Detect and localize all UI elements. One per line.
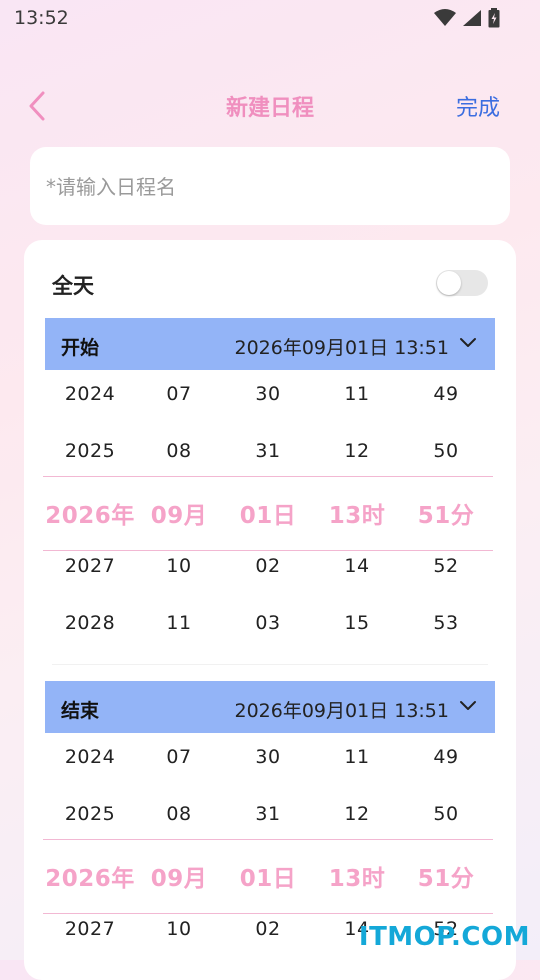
start-value: 2026年09月01日 13:51 (234, 337, 449, 359)
selection-line (43, 913, 493, 914)
picker-year-cell[interactable]: 2027 (45, 555, 135, 577)
picker-minute-cell[interactable]: 50 (401, 803, 491, 825)
picker-day-cell[interactable]: 30 (223, 383, 313, 405)
picker-row[interactable]: 2024 07 30 11 49 (45, 746, 495, 776)
end-label: 结束 (61, 700, 100, 722)
picker-month-cell[interactable]: 10 (134, 555, 224, 577)
picker-hour-cell[interactable]: 12 (312, 803, 402, 825)
picker-hour-cell[interactable]: 13时 (312, 496, 402, 530)
picker-year-cell[interactable]: 2024 (45, 383, 135, 405)
picker-year-cell[interactable]: 2024 (45, 746, 135, 768)
picker-hour-cell[interactable]: 11 (312, 383, 402, 405)
nav-bar: 新建日程 完成 (0, 84, 540, 126)
toggle-knob (437, 271, 461, 295)
picker-day-cell[interactable]: 31 (223, 440, 313, 462)
selection-line (43, 839, 493, 840)
time-settings-card: 全天 开始 2026年09月01日 13:51 2024 07 30 11 49 2025… (24, 240, 516, 980)
schedule-name-field[interactable] (30, 147, 510, 227)
divider (52, 664, 488, 665)
all-day-label: 全天 (52, 274, 94, 298)
picker-row[interactable]: 2028 11 03 15 53 (45, 612, 495, 642)
watermark: ITMOP.COM (358, 922, 530, 952)
picker-hour-cell[interactable]: 11 (312, 746, 402, 768)
picker-minute-cell[interactable]: 49 (401, 383, 491, 405)
selection-line (43, 550, 493, 551)
done-button[interactable]: 完成 (456, 90, 500, 122)
picker-day-cell[interactable]: 02 (223, 555, 313, 577)
picker-month-cell[interactable]: 09月 (134, 496, 224, 530)
all-day-toggle[interactable] (436, 270, 488, 296)
picker-day-cell[interactable]: 30 (223, 746, 313, 768)
picker-month-cell[interactable]: 08 (134, 803, 224, 825)
picker-month-cell[interactable]: 09月 (134, 859, 224, 893)
picker-year-cell[interactable]: 2025 (45, 803, 135, 825)
picker-month-cell[interactable]: 07 (134, 383, 224, 405)
picker-year-cell[interactable]: 2028 (45, 612, 135, 634)
picker-minute-cell[interactable]: 50 (401, 440, 491, 462)
end-value: 2026年09月01日 13:51 (234, 700, 449, 722)
status-bar: 13:52 (0, 0, 540, 34)
picker-row[interactable]: 2025 08 31 12 50 (45, 803, 495, 833)
chevron-down-icon (460, 338, 476, 347)
picker-selected-row[interactable]: 2026年 09月 01日 13时 51分 (45, 859, 495, 892)
status-time: 13:52 (14, 7, 69, 29)
picker-minute-cell[interactable]: 52 (401, 555, 491, 577)
end-section-header[interactable]: 结束 2026年09月01日 13:51 (45, 681, 495, 733)
picker-hour-cell[interactable]: 14 (312, 555, 402, 577)
picker-hour-cell[interactable]: 13时 (312, 859, 402, 893)
chevron-down-icon (460, 701, 476, 710)
picker-row[interactable]: 2025 08 31 12 50 (45, 440, 495, 470)
wifi-icon (434, 9, 456, 26)
picker-day-cell[interactable]: 01日 (223, 496, 313, 530)
picker-minute-cell[interactable]: 51分 (401, 496, 491, 530)
picker-year-cell[interactable]: 2027 (45, 918, 135, 940)
picker-row[interactable]: 2024 07 30 11 49 (45, 383, 495, 413)
schedule-name-input[interactable] (44, 147, 500, 227)
selection-line (43, 476, 493, 477)
signal-icon (463, 10, 481, 26)
picker-year-cell[interactable]: 2026年 (45, 859, 135, 893)
start-section-header[interactable]: 开始 2026年09月01日 13:51 (45, 318, 495, 370)
picker-hour-cell[interactable]: 15 (312, 612, 402, 634)
picker-selected-row[interactable]: 2026年 09月 01日 13时 51分 (45, 496, 495, 529)
picker-month-cell[interactable]: 11 (134, 612, 224, 634)
picker-minute-cell[interactable]: 49 (401, 746, 491, 768)
battery-icon (488, 8, 500, 28)
picker-row[interactable]: 2027 10 02 14 52 (45, 555, 495, 585)
picker-day-cell[interactable]: 02 (223, 918, 313, 940)
picker-day-cell[interactable]: 01日 (223, 859, 313, 893)
start-label: 开始 (61, 337, 100, 359)
picker-minute-cell[interactable]: 53 (401, 612, 491, 634)
picker-hour-cell[interactable]: 12 (312, 440, 402, 462)
status-icons (434, 8, 500, 28)
picker-year-cell[interactable]: 2026年 (45, 496, 135, 530)
picker-month-cell[interactable]: 07 (134, 746, 224, 768)
picker-day-cell[interactable]: 31 (223, 803, 313, 825)
picker-year-cell[interactable]: 2025 (45, 440, 135, 462)
picker-month-cell[interactable]: 08 (134, 440, 224, 462)
picker-day-cell[interactable]: 03 (223, 612, 313, 634)
picker-minute-cell[interactable]: 51分 (401, 859, 491, 893)
picker-month-cell[interactable]: 10 (134, 918, 224, 940)
